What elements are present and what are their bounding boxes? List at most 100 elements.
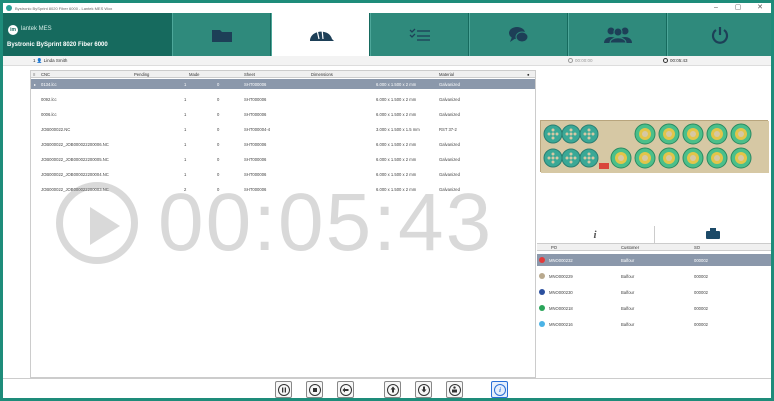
row-pointer-icon: ▸: [34, 81, 37, 87]
table-row[interactable]: JOB000022_JOB000022200003.NC 2 0 SHT000006 6…: [31, 184, 535, 194]
nav-tab-chat[interactable]: [469, 13, 567, 56]
idle-timer: 00:00:00: [568, 58, 593, 63]
cell-material: Galvanized: [439, 171, 460, 177]
table-row[interactable]: JOB000022_JOB000022200005.NC 1 0 SHT000006 6…: [31, 154, 535, 164]
unload-button[interactable]: [446, 381, 463, 398]
tab-parts[interactable]: [654, 226, 770, 243]
table-row[interactable]: 0134.lcc 1 0 SHT000006 6.000 x 1.500 x 2 mm G…: [31, 79, 535, 89]
back-icon: [342, 387, 349, 392]
move-down-button[interactable]: [415, 381, 432, 398]
power-icon: [711, 26, 728, 44]
table-row[interactable]: JOB000022.NC 1 0 SHT000004-4 3.000 x 1.500 x…: [31, 124, 535, 134]
cell-po: MNO000218: [549, 305, 573, 311]
minimize-button[interactable]: –: [709, 3, 723, 13]
lantek-logo-icon: im: [8, 25, 18, 35]
cell-material: Galvanized: [439, 186, 460, 192]
col-so[interactable]: SO: [694, 245, 700, 250]
info-button[interactable]: i: [491, 381, 508, 398]
unload-icon: [452, 386, 457, 393]
cell-material: Galvanized: [439, 81, 460, 87]
cell-material: Galvanized: [439, 141, 460, 147]
folder-icon: [211, 29, 232, 42]
cell-so: 000002: [694, 273, 708, 279]
table-row[interactable]: JOB000022_JOB000022200004.NC 1 0 SHT000006 6…: [31, 169, 535, 179]
current-user[interactable]: 1 👤 Linda Smith: [33, 58, 67, 64]
col-made[interactable]: Made: [189, 72, 199, 77]
table-row[interactable]: 0006.lcc 1 0 SHT000006 6.000 x 1.500 x 2 mm G…: [31, 109, 535, 119]
col-customer[interactable]: Customer: [621, 245, 639, 250]
col-sheet[interactable]: Sheet: [244, 72, 255, 77]
cell-cnc: JOB000022_JOB000022200004.NC: [41, 171, 109, 177]
cell-so: 000002: [694, 289, 708, 295]
cell-material: Galvanized: [439, 96, 460, 102]
col-pending[interactable]: Pending: [134, 72, 149, 77]
col-cnc[interactable]: CNC: [41, 72, 50, 77]
nav-tab-folder[interactable]: [172, 13, 270, 56]
cell-customer: Balfour: [621, 305, 635, 311]
nav-tab-power[interactable]: [667, 13, 771, 56]
cell-dimensions: 6.000 x 1.500 x 2 mm: [376, 141, 417, 147]
cell-sheet: SHT000006: [244, 156, 267, 162]
cell-dimensions: 3.000 x 1.500 x 1.5 mm: [376, 126, 420, 132]
user-icon: 👤: [36, 58, 43, 63]
cell-made: 1: [184, 96, 187, 102]
user-name: Linda Smith: [43, 58, 68, 63]
user-bar: 1 👤 Linda Smith 00:00:00 00:05:43: [3, 56, 771, 66]
cell-cnc: JOB000022_JOB000022200005.NC: [41, 156, 109, 162]
col-dimensions[interactable]: Dimensions: [311, 72, 333, 77]
cell-dimensions: 6.000 x 1.500 x 2 mm: [376, 171, 417, 177]
part-icon: [705, 227, 720, 239]
stop-button[interactable]: [306, 381, 323, 398]
cell-dimensions: 6.000 x 1.500 x 2 mm: [376, 111, 417, 117]
order-row[interactable]: MNO000229 Balfour 000002: [537, 270, 771, 282]
grid-header: ≡ CNC Pending Made Sheet Dimensions Mate…: [31, 71, 535, 78]
user-index: 1: [33, 58, 36, 63]
cell-material: Galvanized: [439, 156, 460, 162]
column-chooser-icon[interactable]: ●: [527, 72, 530, 77]
tab-info[interactable]: i: [537, 226, 653, 243]
order-row[interactable]: MNO000216 Balfour 000002: [537, 318, 771, 330]
order-row[interactable]: MNO000218 Balfour 000002: [537, 302, 771, 314]
nav-tab-users[interactable]: [568, 13, 666, 56]
pause-button[interactable]: [275, 381, 292, 398]
arrow-up-icon: [390, 386, 395, 393]
table-row[interactable]: JOB000022_JOB000022200006.NC 1 0 SHT000006 6…: [31, 139, 535, 149]
order-row[interactable]: MNO000232 Balfour 000002: [537, 254, 771, 266]
arrow-down-icon: [421, 386, 426, 393]
col-material[interactable]: Material: [439, 72, 454, 77]
maximize-button[interactable]: ▢: [731, 3, 745, 13]
nesting-preview-image: [540, 120, 769, 173]
orders-grid: PO Customer SO MNO000232 Balfour 000002 MNO…: [537, 243, 771, 378]
nav-tab-operator[interactable]: [271, 13, 369, 56]
cell-sheet-qty: 0: [217, 141, 220, 147]
order-color-dot: [539, 272, 545, 279]
order-color-dot: [539, 288, 545, 295]
cell-customer: Balfour: [621, 257, 635, 263]
detail-tabs: i: [537, 226, 771, 243]
close-button[interactable]: ✕: [753, 3, 767, 13]
cell-dimensions: 6.000 x 1.500 x 2 mm: [376, 186, 417, 192]
top-nav-bar: im lantek MES Bystronic BySprint 8020 Fi…: [3, 13, 771, 56]
info-icon: i: [593, 228, 597, 241]
cell-sheet-qty: 0: [217, 171, 220, 177]
back-button[interactable]: [337, 381, 354, 398]
checklist-icon: [409, 28, 430, 41]
orders-header: PO Customer SO: [537, 244, 771, 251]
cell-customer: Balfour: [621, 273, 635, 279]
cell-cnc: JOB000022_JOB000022200003.NC: [41, 186, 109, 192]
cell-sheet: SHT000006: [244, 111, 267, 117]
col-po[interactable]: PO: [551, 245, 557, 250]
table-row[interactable]: 0092.lcc 1 0 SHT000006 6.000 x 1.500 x 2 mm G…: [31, 94, 535, 104]
cell-sheet: SHT000006: [244, 96, 267, 102]
nav-tab-checklist[interactable]: [370, 13, 468, 56]
cell-so: 000002: [694, 321, 708, 327]
idle-timer-value: 00:00:00: [575, 58, 593, 63]
grid-menu-icon[interactable]: ≡: [33, 72, 35, 77]
cell-made: 1: [184, 126, 187, 132]
order-row[interactable]: MNO000230 Balfour 000002: [537, 286, 771, 298]
cell-material: Galvanized: [439, 111, 460, 117]
order-color-dot: [539, 256, 545, 263]
brand-area: im lantek MES Bystronic BySprint 8020 Fi…: [3, 13, 171, 56]
cell-sheet-qty: 0: [217, 96, 220, 102]
move-up-button[interactable]: [384, 381, 401, 398]
